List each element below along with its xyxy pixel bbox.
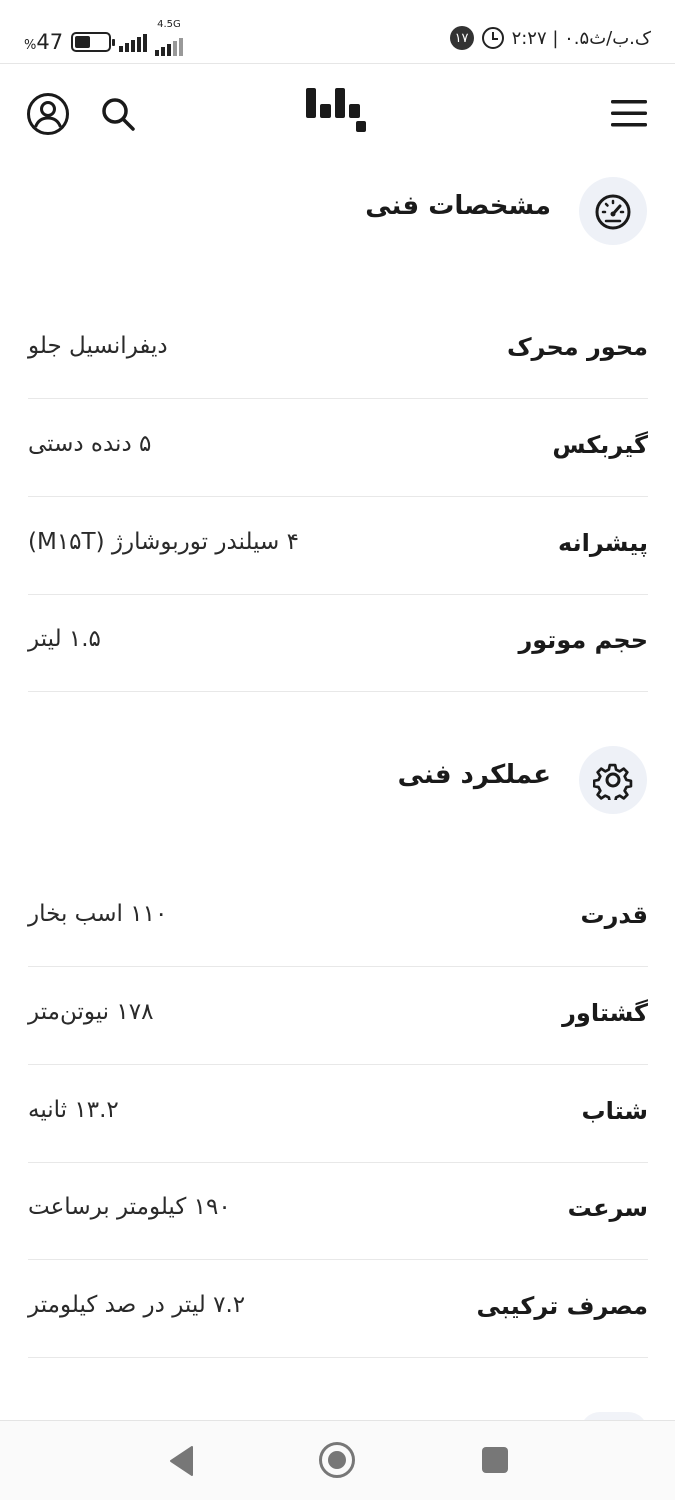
spec-value: ۱۷۸ نیوتن‌متر	[28, 999, 154, 1025]
spec-value: ۴ سیلندر توربوشارژ (M۱۵T)	[28, 529, 299, 555]
spec-value: ۱۹۰ کیلومتر برساعت	[28, 1194, 231, 1220]
profile-button[interactable]	[24, 90, 72, 138]
search-icon	[102, 98, 135, 131]
recent-apps-square-icon[interactable]	[482, 1447, 508, 1473]
menu-button[interactable]	[609, 93, 649, 133]
spec-label: گیربکس	[552, 431, 648, 459]
profile-icon	[27, 93, 69, 135]
search-button[interactable]	[94, 90, 142, 138]
spec-value: ۱.۵ لیتر	[28, 626, 101, 652]
spec-row: سرعت ۱۹۰ کیلومتر برساعت	[28, 1162, 648, 1260]
signal-icon	[119, 32, 148, 52]
speedometer-icon-wrap	[579, 177, 647, 245]
back-triangle-icon[interactable]	[168, 1445, 194, 1477]
app-header	[0, 65, 675, 157]
spec-label: قدرت	[580, 901, 648, 929]
spec-row: قدرت ۱۱۰ اسب بخار	[28, 869, 648, 967]
spec-label: حجم موتور	[518, 626, 648, 654]
spec-row: شتاب ۱۳.۲ ثانیه	[28, 1065, 648, 1163]
logo-icon[interactable]	[304, 84, 370, 136]
home-circle-icon[interactable]	[319, 1442, 355, 1478]
spec-label: مصرف ترکیبی	[476, 1292, 648, 1320]
network-signal-icon: 4.5G	[155, 19, 184, 56]
section-technical-specs: مشخصات فنی	[27, 177, 647, 245]
spec-row: گشتاور ۱۷۸ نیوتن‌متر	[28, 967, 648, 1065]
spec-label: محور محرک	[506, 333, 648, 361]
section-performance: عملکرد فنی	[27, 746, 647, 814]
spec-row: مصرف ترکیبی ۷.۲ لیتر در صد کیلومتر	[28, 1260, 648, 1358]
gear-icon	[593, 763, 633, 800]
spec-value: دیفرانسیل جلو	[28, 333, 168, 359]
spec-row: حجم موتور ۱.۵ لیتر	[28, 594, 648, 692]
spec-value: ۵ دنده دستی	[28, 431, 152, 457]
spec-value: ۱۱۰ اسب بخار	[28, 901, 168, 927]
spec-label: پیشرانه	[558, 529, 648, 557]
network-type: 4.5G	[157, 19, 181, 30]
spec-row: پیشرانه ۴ سیلندر توربوشارژ (M۱۵T)	[28, 497, 648, 595]
status-left: %47 4.5G	[24, 19, 184, 56]
battery-icon	[71, 32, 116, 52]
spec-label: شتاب	[581, 1097, 648, 1125]
section-title: مشخصات فنی	[365, 191, 551, 221]
system-nav-bar	[0, 1420, 675, 1500]
gear-icon-wrap	[579, 746, 647, 814]
speedometer-icon	[595, 194, 631, 230]
status-time: ۲:۲۷ | ۰.۵ک.ب/ث	[511, 27, 651, 49]
hamburger-menu-icon	[611, 100, 647, 127]
status-right: ۱۷ ۲:۲۷ | ۰.۵ک.ب/ث	[449, 26, 651, 50]
spec-row: گیربکس ۵ دنده دستی	[28, 399, 648, 497]
spec-value: ۱۳.۲ ثانیه	[28, 1097, 119, 1123]
spec-label: گشتاور	[562, 999, 648, 1027]
notification-badge: ۱۷	[449, 26, 474, 50]
spec-label: سرعت	[567, 1194, 648, 1222]
spec-row: محور محرک دیفرانسیل جلو	[28, 301, 648, 399]
battery-percent: %47	[24, 30, 64, 54]
status-bar: %47 4.5G ۱۷ ۲:۲۷ | ۰.۵ک.ب/ث	[0, 0, 675, 64]
section-title: عملکرد فنی	[397, 760, 551, 790]
spec-value: ۷.۲ لیتر در صد کیلومتر	[28, 1292, 246, 1318]
alarm-clock-icon	[481, 27, 504, 49]
